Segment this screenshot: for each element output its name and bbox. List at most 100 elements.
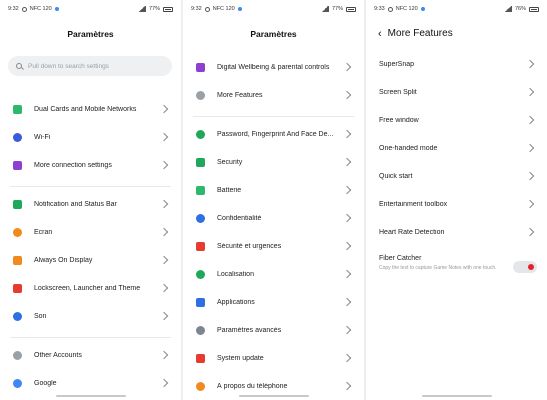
chevron-right-icon bbox=[159, 104, 169, 114]
feature-item-label: Quick start bbox=[379, 172, 413, 180]
update-glyph bbox=[195, 353, 205, 363]
search-icon bbox=[16, 63, 22, 69]
chevron-right-icon bbox=[159, 227, 169, 237]
settings-item[interactable]: Google bbox=[0, 371, 181, 395]
header: ‹ More Features bbox=[378, 28, 453, 39]
dots-glyph bbox=[195, 90, 205, 100]
settings-item[interactable]: Password, Fingerprint And Face De... bbox=[183, 122, 364, 146]
feature-item[interactable]: Screen Split bbox=[366, 80, 547, 104]
settings-item[interactable]: Wi-Fi bbox=[0, 125, 181, 149]
feature-item[interactable]: Heart Rate Detection bbox=[366, 220, 547, 244]
chevron-right-icon bbox=[159, 132, 169, 142]
chevron-right-icon bbox=[525, 199, 535, 209]
chevron-right-icon bbox=[342, 297, 352, 307]
feature-item[interactable]: Quick start bbox=[366, 164, 547, 188]
dots-icon bbox=[195, 90, 205, 100]
settings-item[interactable]: Son bbox=[0, 304, 181, 328]
apps-icon bbox=[195, 297, 205, 307]
notification-dot-icon bbox=[420, 7, 425, 11]
divider bbox=[10, 336, 171, 338]
status-battery: 76% bbox=[514, 6, 526, 12]
battery-status-icon bbox=[346, 6, 356, 12]
settings-item[interactable]: Other Accounts bbox=[0, 343, 181, 367]
status-bar: 9:32 NFC 120 77% bbox=[0, 0, 181, 18]
feature-item[interactable]: Free window bbox=[366, 108, 547, 132]
battery-status-icon bbox=[163, 6, 173, 12]
more-features-panel: 9:33 NFC 120 76% ‹ More Features SuperSn… bbox=[366, 0, 547, 400]
page-title: More Features bbox=[387, 28, 453, 39]
settings-item[interactable]: Notification and Status Bar bbox=[0, 192, 181, 216]
status-nfc: NFC 120 bbox=[29, 6, 52, 12]
chevron-right-icon bbox=[342, 269, 352, 279]
info-glyph bbox=[195, 381, 205, 391]
fiber-catcher-item: Fiber Catcher Copy the text to capture G… bbox=[379, 255, 519, 272]
settings-item-label: Google bbox=[34, 379, 57, 387]
status-battery: 77% bbox=[331, 6, 343, 12]
chevron-right-icon bbox=[159, 160, 169, 170]
emergency-glyph bbox=[195, 241, 205, 251]
settings-item[interactable]: Digital Wellbeing & parental controls bbox=[183, 55, 364, 79]
settings-item[interactable]: Écran bbox=[0, 220, 181, 244]
settings-status-icon bbox=[204, 6, 210, 12]
chevron-right-icon bbox=[525, 87, 535, 97]
home-indicator[interactable] bbox=[421, 395, 492, 397]
chevron-right-icon bbox=[159, 378, 169, 388]
search-input[interactable]: Pull down to search settings bbox=[8, 56, 172, 76]
settings-item-label: Security bbox=[217, 158, 243, 166]
chevron-right-icon bbox=[342, 325, 352, 335]
feature-item-label: One-handed mode bbox=[379, 144, 438, 152]
gear-glyph bbox=[195, 325, 205, 335]
home-indicator[interactable] bbox=[55, 395, 126, 397]
chevron-right-icon bbox=[525, 115, 535, 125]
status-bar: 9:32 NFC 120 77% bbox=[183, 0, 364, 18]
status-nfc: NFC 120 bbox=[212, 6, 235, 12]
settings-item[interactable]: Applications bbox=[183, 290, 364, 314]
settings-item[interactable]: More connection settings bbox=[0, 153, 181, 177]
settings-item-label: Lockscreen, Launcher and Theme bbox=[34, 284, 141, 292]
signal-icon bbox=[320, 6, 329, 12]
connection-icon bbox=[12, 160, 22, 170]
chevron-right-icon bbox=[159, 311, 169, 321]
home-indicator[interactable] bbox=[238, 395, 309, 397]
status-nfc: NFC 120 bbox=[395, 6, 418, 12]
back-arrow-icon[interactable]: ‹ bbox=[378, 28, 382, 39]
hourglass-icon bbox=[195, 62, 205, 72]
settings-item[interactable]: Security bbox=[183, 150, 364, 174]
divider bbox=[10, 185, 171, 187]
settings-item[interactable]: Always On Display bbox=[0, 248, 181, 272]
chevron-right-icon bbox=[525, 171, 535, 181]
phone-glyph bbox=[12, 255, 22, 265]
settings-item[interactable]: Lockscreen, Launcher and Theme bbox=[0, 276, 181, 300]
settings-status-icon bbox=[387, 6, 393, 12]
settings-item[interactable]: Dual Cards and Mobile Networks bbox=[0, 97, 181, 121]
feature-item[interactable]: One-handed mode bbox=[366, 136, 547, 160]
settings-item[interactable]: Localisation bbox=[183, 262, 364, 286]
chevron-right-icon bbox=[342, 157, 352, 167]
settings-item-label: Dual Cards and Mobile Networks bbox=[34, 105, 137, 113]
feature-item[interactable]: SuperSnap bbox=[366, 52, 547, 76]
chevron-right-icon bbox=[342, 381, 352, 391]
feature-item-label: Screen Split bbox=[379, 88, 417, 96]
sun-glyph bbox=[12, 227, 22, 237]
notification-dot-icon bbox=[54, 7, 59, 11]
settings-item-label: Wi-Fi bbox=[34, 133, 51, 141]
settings-panel-main: 9:32 NFC 120 77% Paramètres Pull down to… bbox=[0, 0, 181, 400]
settings-item[interactable]: Paramètres avancés bbox=[183, 318, 364, 342]
location-icon bbox=[195, 269, 205, 279]
fiber-catcher-toggle[interactable] bbox=[513, 261, 537, 273]
signal-icon bbox=[503, 6, 512, 12]
chevron-right-icon bbox=[159, 350, 169, 360]
chevron-right-icon bbox=[342, 185, 352, 195]
chevron-right-icon bbox=[342, 62, 352, 72]
privacy-glyph bbox=[195, 213, 205, 223]
settings-item[interactable]: Confidentialité bbox=[183, 206, 364, 230]
speaker-icon bbox=[12, 311, 22, 321]
location-glyph bbox=[195, 269, 205, 279]
settings-item[interactable]: More Features bbox=[183, 83, 364, 107]
chevron-right-icon bbox=[342, 90, 352, 100]
wifi-glyph bbox=[12, 132, 22, 142]
settings-item[interactable]: Sécurité et urgences bbox=[183, 234, 364, 258]
settings-item[interactable]: Batterie bbox=[183, 178, 364, 202]
feature-item[interactable]: Entertainment toolbox bbox=[366, 192, 547, 216]
settings-item[interactable]: System update bbox=[183, 346, 364, 370]
